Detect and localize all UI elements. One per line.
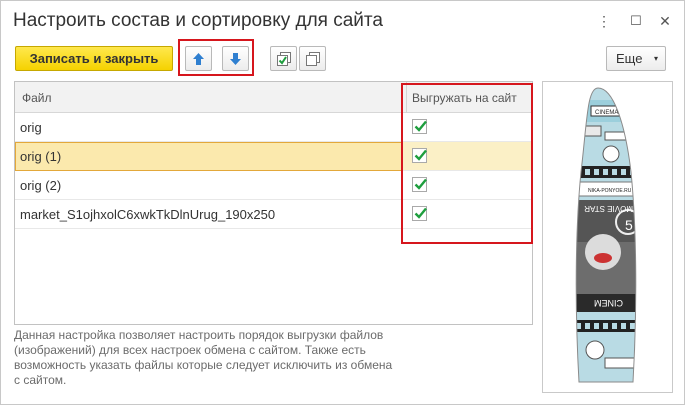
image-preview-panel: CINEMA NIKA-PONYOE.RU MOVIE STAR CINEM 5: [542, 81, 673, 393]
check-all-button[interactable]: [270, 46, 297, 71]
arrow-down-icon: [230, 52, 241, 65]
file-name-cell: orig (1): [20, 149, 62, 164]
more-button-label: Еще: [616, 51, 643, 66]
column-header-file[interactable]: Файл: [22, 91, 52, 105]
file-name-cell: market_S1ojhxolC6xwkTkDlnUrug_190x250: [20, 207, 276, 222]
image-text-site: NIKA-PONYOE.RU: [588, 188, 632, 194]
image-text-cinema: CINEMA: [595, 110, 618, 116]
move-down-button[interactable]: [222, 46, 249, 71]
files-table[interactable]: Файл Выгружать на сайт orig orig (1) ori…: [14, 81, 533, 325]
uncheck-all-button[interactable]: [299, 46, 326, 71]
info-note: Данная настройка позволяет настроить пор…: [14, 328, 393, 387]
chevron-down-icon: ▾: [653, 54, 658, 63]
arrow-up-icon: [193, 52, 204, 65]
move-up-button[interactable]: [185, 46, 212, 71]
selected-cell: [15, 142, 403, 171]
check-all-icon: [276, 52, 291, 66]
uncheck-all-icon: [305, 52, 320, 66]
dialog-title: Настроить состав и сортировку для сайта: [13, 10, 383, 31]
toolbar: Записать и закрыть Еще ▾: [1, 39, 684, 76]
more-button[interactable]: Еще ▾: [606, 46, 666, 71]
ironing-board-cover-image: CINEMA NIKA-PONYOE.RU MOVIE STAR CINEM 5: [575, 87, 637, 383]
title-bar: Настроить состав и сортировку для сайта …: [1, 1, 684, 41]
file-name-cell: orig: [20, 120, 42, 135]
more-actions-icon[interactable]: ⋮: [594, 11, 614, 31]
image-text-number: 5: [625, 217, 633, 233]
image-text-movie-star: MOVIE STAR: [584, 204, 633, 213]
dialog-window: Настроить состав и сортировку для сайта …: [0, 0, 685, 405]
save-and-close-button[interactable]: Записать и закрыть: [15, 46, 173, 71]
upload-column-highlight: [401, 83, 533, 244]
image-text-cinem: CINEM: [594, 298, 623, 308]
file-name-cell: orig (2): [20, 178, 62, 193]
close-icon[interactable]: ✕: [655, 11, 675, 31]
maximize-icon[interactable]: ☐: [626, 11, 646, 31]
